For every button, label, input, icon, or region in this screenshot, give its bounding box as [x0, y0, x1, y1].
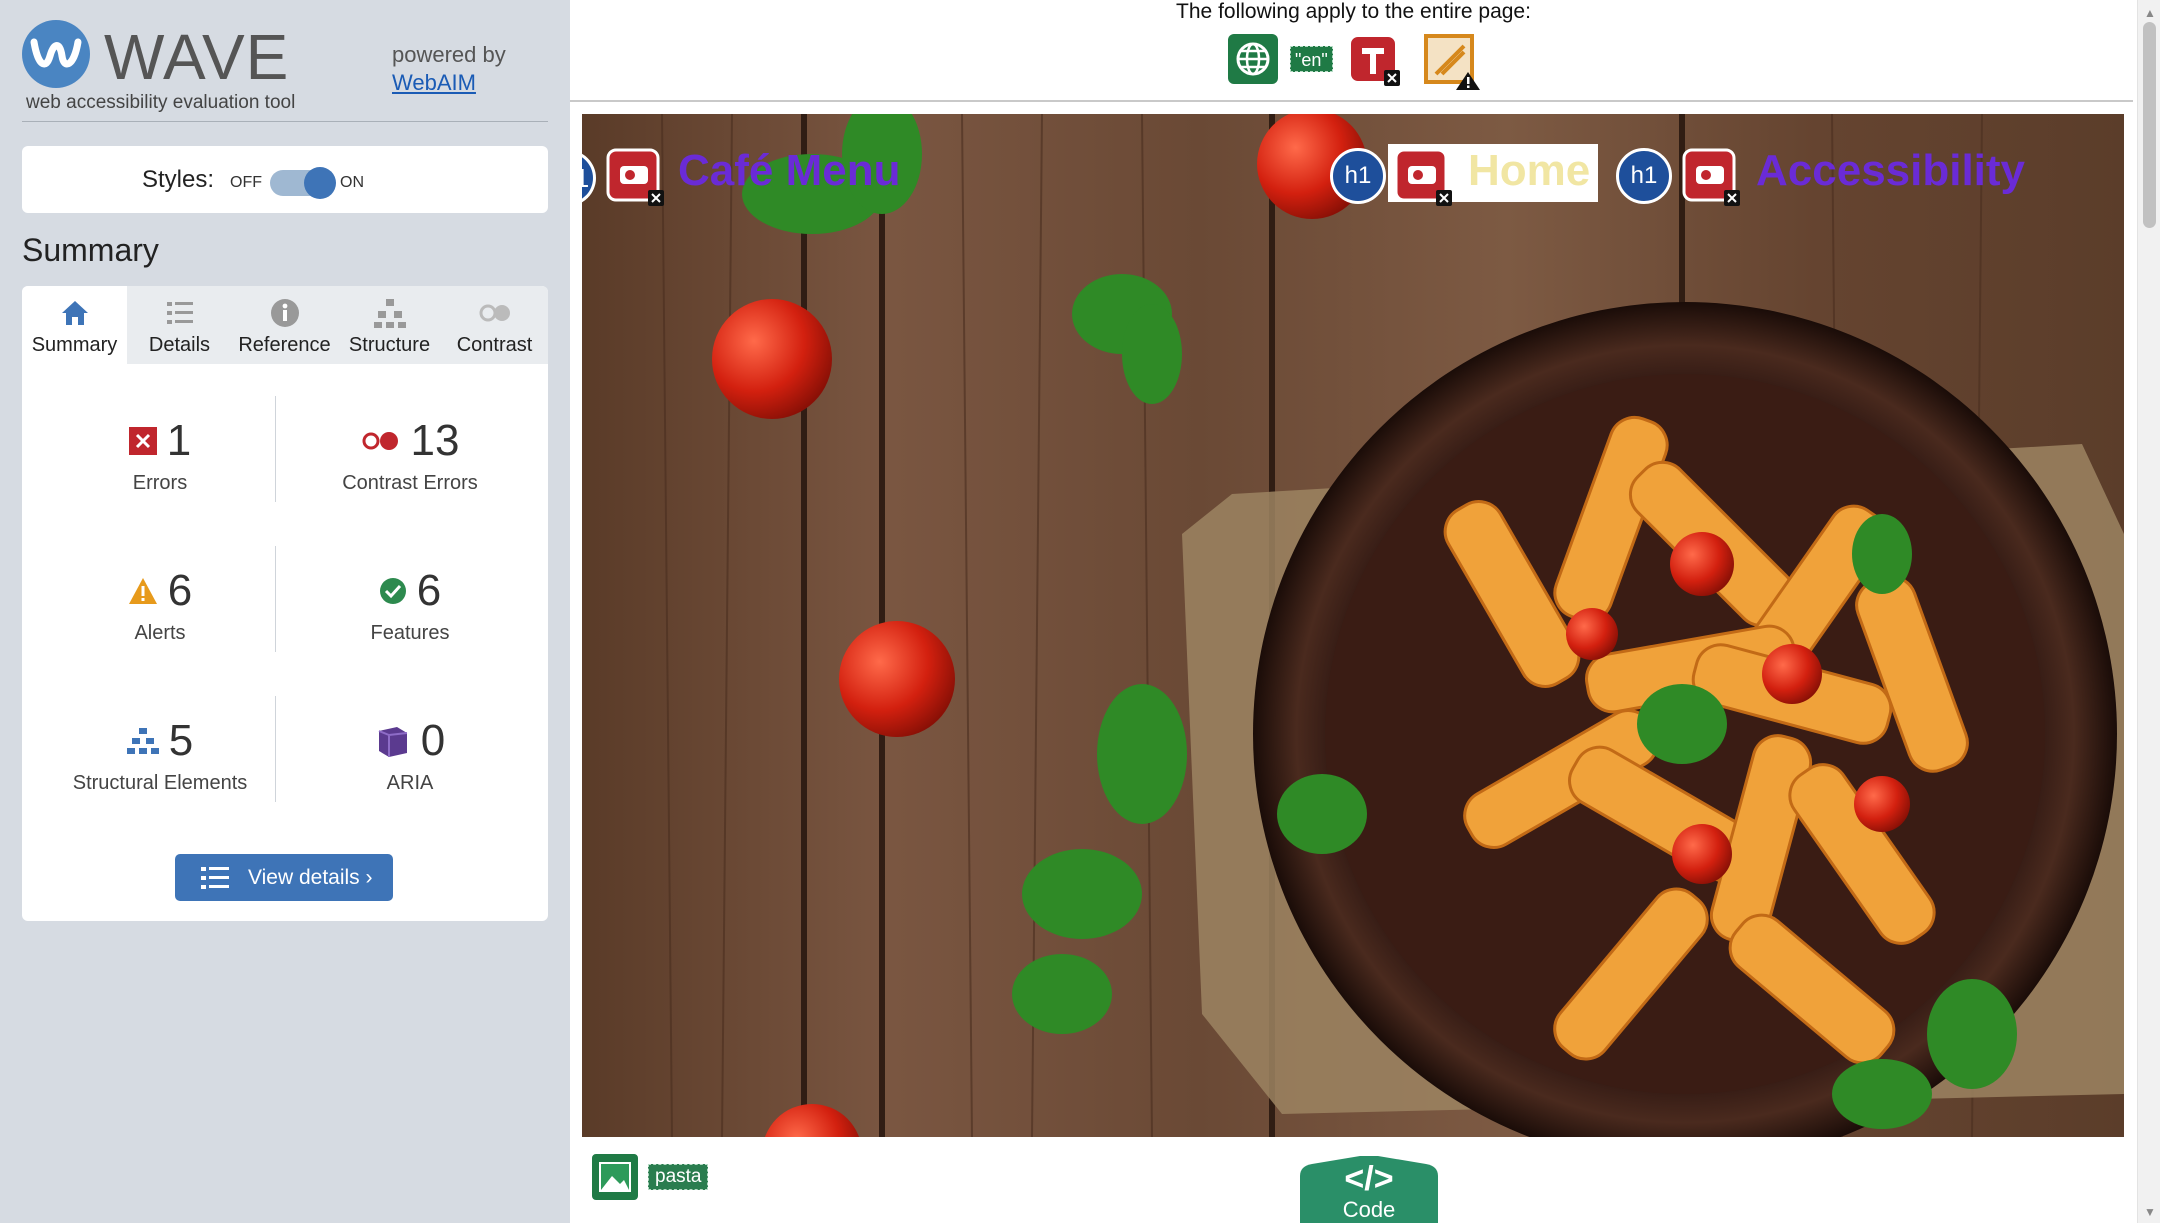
wave-sidebar: WAVE web accessibility evaluation tool p…	[0, 0, 570, 1223]
tab-contrast-label: Contrast	[456, 334, 533, 356]
brand-name: WAVE	[104, 21, 290, 93]
tab-summary-label: Summary	[31, 334, 118, 356]
lang-en-tag[interactable]: "en"	[1290, 46, 1333, 72]
h1-heading-icon[interactable]: h1	[1616, 148, 1672, 204]
styles-label: Styles:	[142, 166, 215, 193]
tab-structure-label: Structure	[348, 334, 431, 356]
styles-off-label: OFF	[230, 174, 262, 191]
hero-pasta-image: 1 Café Menu h1 Home h1 Accessibility	[582, 114, 2124, 1137]
tab-details-label: Details	[148, 334, 211, 356]
missing-title-error-icon[interactable]	[1348, 34, 1402, 88]
wave-logo-icon	[22, 20, 90, 88]
aria-label: ARIA	[386, 772, 434, 794]
alert-icon	[128, 578, 157, 604]
errors-count: 1	[166, 416, 192, 465]
tab-details[interactable]: Details	[127, 286, 232, 364]
styles-toggle-box: Styles: OFF ON	[22, 146, 548, 213]
view-details-button[interactable]: View details ›	[175, 854, 393, 901]
home-icon	[61, 301, 88, 325]
summary-panel: Summary Details Reference Structure Cont…	[22, 286, 548, 921]
tab-bar: Summary Details Reference Structure Cont…	[22, 286, 548, 364]
error-icon	[128, 427, 157, 455]
stat-features[interactable]: 6 Features	[290, 566, 530, 645]
tab-reference[interactable]: Reference	[232, 286, 337, 364]
tab-summary[interactable]: Summary	[22, 286, 127, 364]
contrast-icon	[479, 304, 510, 322]
stat-aria[interactable]: 0 ARIA	[290, 716, 530, 795]
stat-alerts[interactable]: 6 Alerts	[40, 566, 280, 645]
webaim-link[interactable]: WebAIM	[392, 70, 476, 96]
evaluated-page: The following apply to the entire page: …	[570, 0, 2137, 1223]
features-count: 6	[416, 566, 442, 615]
styles-toggle[interactable]	[270, 167, 336, 199]
page-divider	[570, 100, 2133, 102]
stat-structural[interactable]: 5 Structural Elements	[40, 716, 280, 795]
powered-by-text: powered by	[392, 42, 506, 67]
pasta-photo	[582, 114, 2124, 1137]
page-scrollbar[interactable]: ▲ ▼	[2137, 0, 2160, 1223]
page-wide-heading: The following apply to the entire page:	[1176, 0, 1531, 23]
code-label: Code	[1343, 1197, 1396, 1222]
scroll-down-arrow-icon[interactable]: ▼	[2144, 1205, 2156, 1219]
nav-link-home[interactable]: Home	[1468, 146, 1590, 196]
tab-contrast[interactable]: Contrast	[442, 286, 547, 364]
stat-errors[interactable]: 1 Errors	[40, 416, 280, 495]
empty-link-error-icon[interactable]	[1394, 148, 1454, 208]
scroll-up-arrow-icon[interactable]: ▲	[2144, 6, 2156, 20]
empty-link-error-icon[interactable]	[1682, 148, 1742, 208]
summary-heading: Summary	[22, 232, 159, 268]
features-label: Features	[370, 622, 450, 644]
brand-subtitle: web accessibility evaluation tool	[26, 92, 296, 113]
structural-count: 5	[168, 716, 194, 765]
tab-structure[interactable]: Structure	[337, 286, 442, 364]
contrast-error-icon	[362, 432, 398, 450]
info-icon	[270, 299, 299, 327]
stat-contrast-errors[interactable]: 13 Contrast Errors	[290, 416, 530, 495]
language-globe-icon[interactable]	[1228, 34, 1278, 84]
image-alt-feature-icon[interactable]	[590, 1152, 640, 1202]
structure-icon	[126, 728, 159, 754]
toggle-knob	[304, 167, 336, 199]
code-toggle-tab[interactable]: </> Code	[1300, 1156, 1438, 1223]
empty-link-error-icon[interactable]	[606, 148, 666, 208]
alerts-count: 6	[167, 566, 193, 615]
view-details-label: View details ›	[248, 866, 373, 889]
contrast-count: 13	[410, 416, 460, 465]
scroll-thumb[interactable]	[2143, 22, 2156, 228]
contrast-label: Contrast Errors	[342, 472, 478, 494]
hierarchy-icon	[373, 299, 406, 328]
code-glyph: </>	[1344, 1160, 1393, 1198]
tab-reference-label: Reference	[238, 334, 331, 356]
wave-window: WAVE web accessibility evaluation tool p…	[0, 0, 2160, 1223]
errors-label: Errors	[132, 472, 188, 494]
below-hero-row: pasta </> Code	[570, 1150, 2137, 1223]
nav-link-cafe-menu[interactable]: Café Menu	[678, 146, 900, 196]
nav-link-accessibility[interactable]: Accessibility	[1756, 146, 2025, 196]
aria-count: 0	[420, 716, 446, 765]
aria-cube-icon	[378, 727, 407, 757]
feature-check-icon	[379, 578, 406, 604]
noscript-alert-icon[interactable]	[1424, 34, 1482, 92]
h1-heading-icon[interactable]: h1	[1330, 148, 1386, 204]
list-icon	[201, 867, 229, 889]
styles-on-label: ON	[340, 174, 364, 191]
alt-text-tag[interactable]: pasta	[648, 1164, 709, 1190]
list-icon	[166, 302, 193, 324]
structural-label: Structural Elements	[72, 772, 248, 794]
alerts-label: Alerts	[134, 622, 186, 644]
wave-brand: WAVE web accessibility evaluation tool p…	[22, 14, 548, 122]
